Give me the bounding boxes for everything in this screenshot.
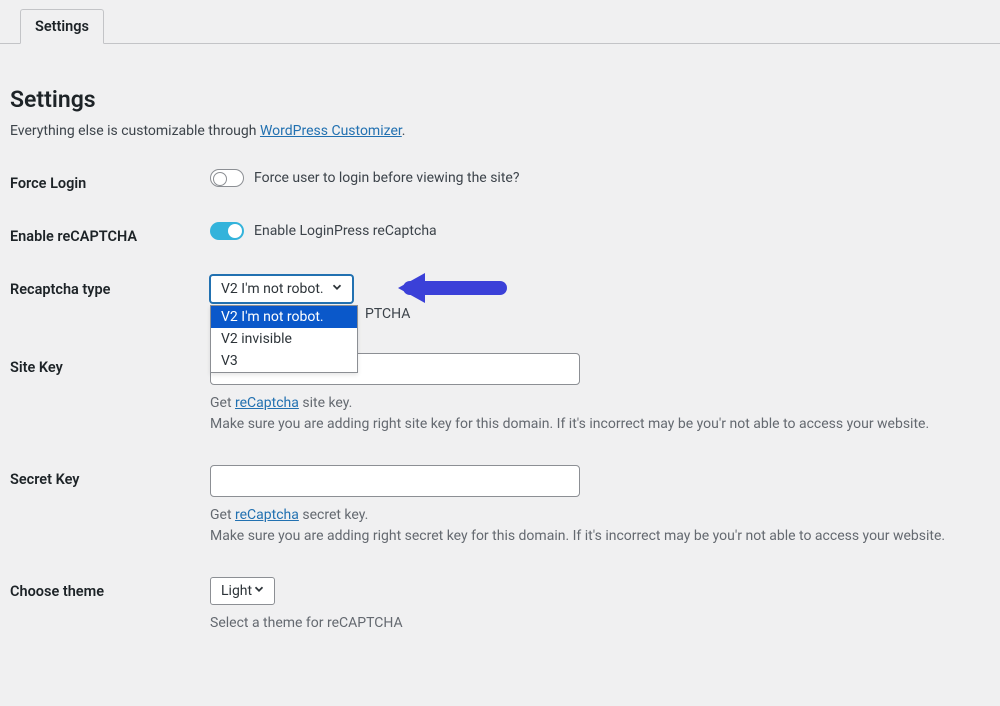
row-site-key: Site Key Get reCaptcha site key. Make su… [10,353,990,435]
page-title: Settings [10,86,990,113]
chevron-down-icon [252,582,266,600]
select-theme-value: Light [221,583,252,599]
help-site-key-prefix: Get [210,395,235,411]
recaptcha-secret-key-link[interactable]: reCaptcha [235,507,299,523]
toggle-enable-recaptcha-wrapper: Enable LoginPress reCaptcha [210,222,437,240]
wordpress-customizer-link[interactable]: WordPress Customizer [260,123,402,139]
warning-secret-key: Make sure you are adding right secret ke… [210,528,945,544]
page-subtitle: Everything else is customizable through … [10,123,990,139]
control-enable-recaptcha: Enable LoginPress reCaptcha [210,222,990,244]
settings-content: Settings Everything else is customizable… [0,44,1000,684]
control-force-login: Force user to login before viewing the s… [210,169,990,191]
help-site-key: Get reCaptcha site key. Make sure you ar… [210,393,990,435]
select-recaptcha-type[interactable]: V2 I'm not robot. [210,275,353,303]
help-site-key-suffix: site key. [299,395,352,411]
row-force-login: Force Login Force user to login before v… [10,169,990,192]
tab-settings[interactable]: Settings [20,9,104,44]
tab-bar: Settings [0,0,1000,44]
row-enable-recaptcha: Enable reCAPTCHA Enable LoginPress reCap… [10,222,990,245]
control-recaptcha-type: V2 I'm not robot. PTCHA V2 I'm not robot… [210,275,990,303]
help-secret-key-suffix: secret key. [299,507,368,523]
dropdown-recaptcha-type: V2 I'm not robot. V2 invisible V3 [210,305,358,373]
toggle-enable-recaptcha[interactable] [210,222,244,240]
select-recaptcha-type-value: V2 I'm not robot. [221,281,324,297]
desc-force-login: Force user to login before viewing the s… [254,170,519,186]
help-secret-key-prefix: Get [210,507,235,523]
row-secret-key: Secret Key Get reCaptcha secret key. Mak… [10,465,990,547]
chevron-down-icon [330,280,344,298]
row-recaptcha-type: Recaptcha type V2 I'm not robot. PTCHA V… [10,275,990,303]
help-secret-key: Get reCaptcha secret key. Make sure you … [210,505,990,547]
option-v2-not-robot[interactable]: V2 I'm not robot. [211,306,357,328]
select-theme[interactable]: Light [210,577,275,605]
subtitle-suffix: . [402,123,406,139]
label-choose-theme: Choose theme [10,577,210,600]
toggle-force-login-wrapper: Force user to login before viewing the s… [210,169,519,187]
label-site-key: Site Key [10,353,210,376]
desc-enable-recaptcha: Enable LoginPress reCaptcha [254,223,437,239]
label-force-login: Force Login [10,169,210,192]
label-secret-key: Secret Key [10,465,210,488]
obscured-text: PTCHA [365,306,410,322]
option-v2-invisible[interactable]: V2 invisible [211,328,357,350]
recaptcha-site-key-link[interactable]: reCaptcha [235,395,299,411]
option-v3[interactable]: V3 [211,350,357,372]
subtitle-prefix: Everything else is customizable through [10,123,260,139]
input-secret-key[interactable] [210,465,580,497]
control-secret-key: Get reCaptcha secret key. Make sure you … [210,465,990,547]
row-choose-theme: Choose theme Light Select a theme for re… [10,577,990,634]
help-theme: Select a theme for reCAPTCHA [210,613,990,634]
label-recaptcha-type: Recaptcha type [10,275,210,298]
control-choose-theme: Light Select a theme for reCAPTCHA [210,577,990,634]
toggle-force-login[interactable] [210,169,244,187]
label-enable-recaptcha: Enable reCAPTCHA [10,222,210,245]
warning-site-key: Make sure you are adding right site key … [210,416,929,432]
